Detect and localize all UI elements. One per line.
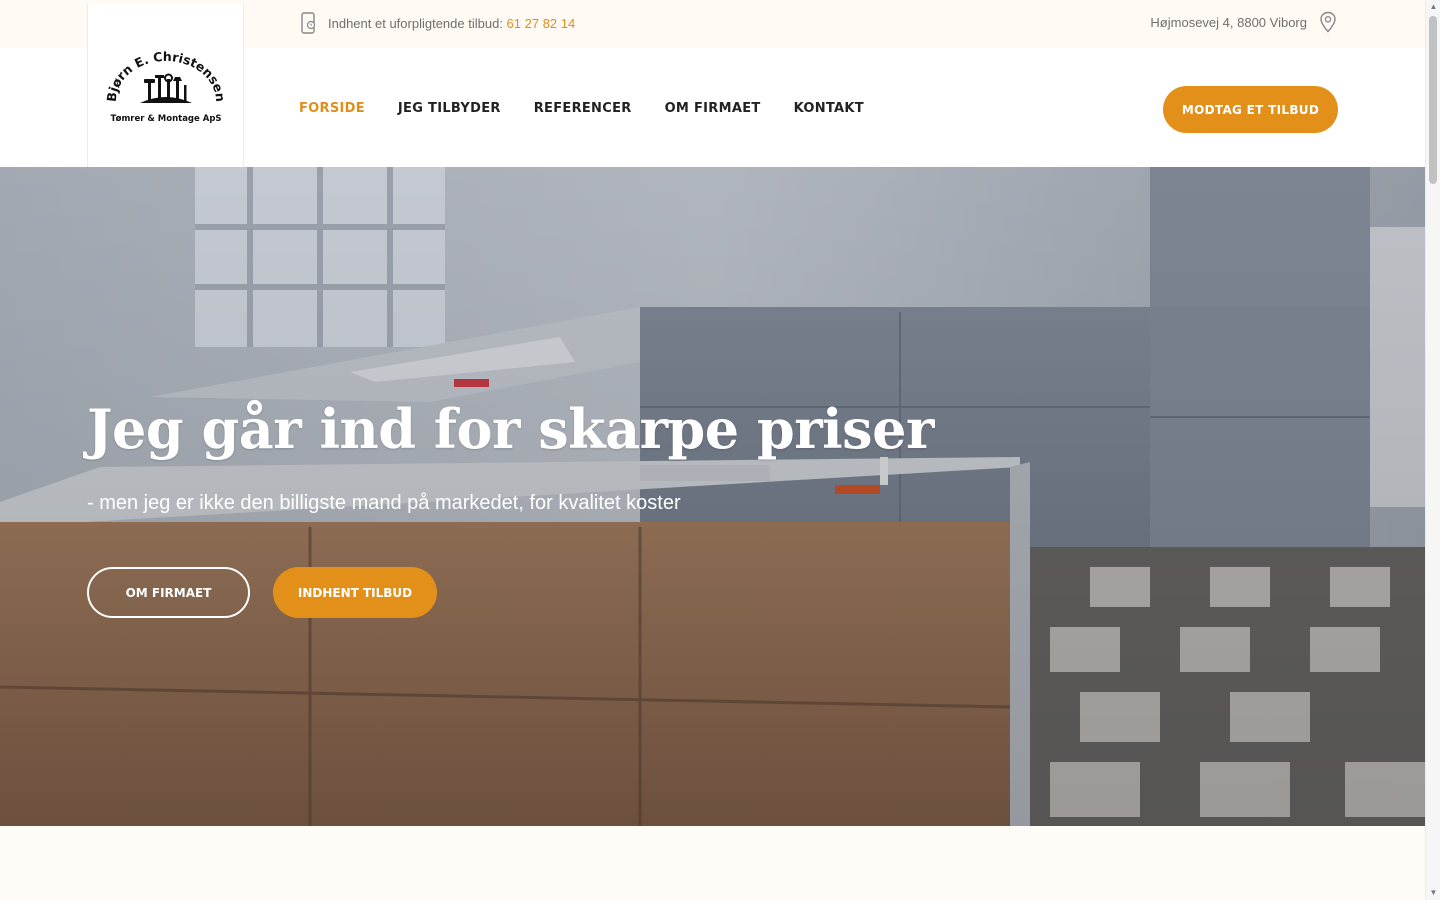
address-block: Højmosevej 4, 8800 Viborg (1150, 11, 1337, 33)
phone-link[interactable]: 61 27 82 14 (507, 16, 576, 31)
offer-contact: Indhent et uforpligtende tilbud: 61 27 8… (300, 12, 575, 34)
hero-title: Jeg går ind for skarpe priser (87, 397, 934, 461)
mobile-phone-icon (301, 12, 316, 34)
about-company-button[interactable]: OM FIRMAET (87, 567, 250, 618)
nav-item-forside[interactable]: FORSIDE (299, 101, 365, 116)
logo-tagline: Tømrer & Montage ApS (110, 114, 221, 124)
scrollbar-thumb[interactable] (1429, 16, 1437, 184)
logo[interactable]: Bjørn E. Christensen Tømrer & Montage Ap… (87, 4, 244, 167)
scroll-up-arrow-icon[interactable]: ▲ (1426, 0, 1440, 14)
get-quote-button[interactable]: MODTAG ET TILBUD (1163, 86, 1338, 133)
hero-subtitle: - men jeg er ikke den billigste mand på … (87, 492, 681, 514)
main-nav: FORSIDE JEG TILBYDER REFERENCER OM FIRMA… (299, 101, 864, 116)
address-text: Højmosevej 4, 8800 Viborg (1150, 14, 1307, 30)
offer-text: Indhent et uforpligtende tilbud: (328, 15, 503, 31)
hero-section: Jeg går ind for skarpe priser - men jeg … (0, 167, 1425, 826)
nav-item-kontakt[interactable]: KONTAKT (794, 101, 864, 116)
scroll-down-arrow-icon[interactable]: ▼ (1426, 886, 1440, 900)
company-logo: Bjørn E. Christensen Tømrer & Montage Ap… (104, 48, 228, 124)
page-scrollbar[interactable]: ▲ ▼ (1425, 0, 1440, 900)
nav-item-referencer[interactable]: REFERENCER (534, 101, 632, 116)
nav-item-jeg-tilbyder[interactable]: JEG TILBYDER (398, 101, 501, 116)
nav-item-om-firmaet[interactable]: OM FIRMAET (665, 101, 761, 116)
request-quote-button[interactable]: INDHENT TILBUD (273, 567, 437, 618)
map-pin-icon (1320, 11, 1336, 33)
